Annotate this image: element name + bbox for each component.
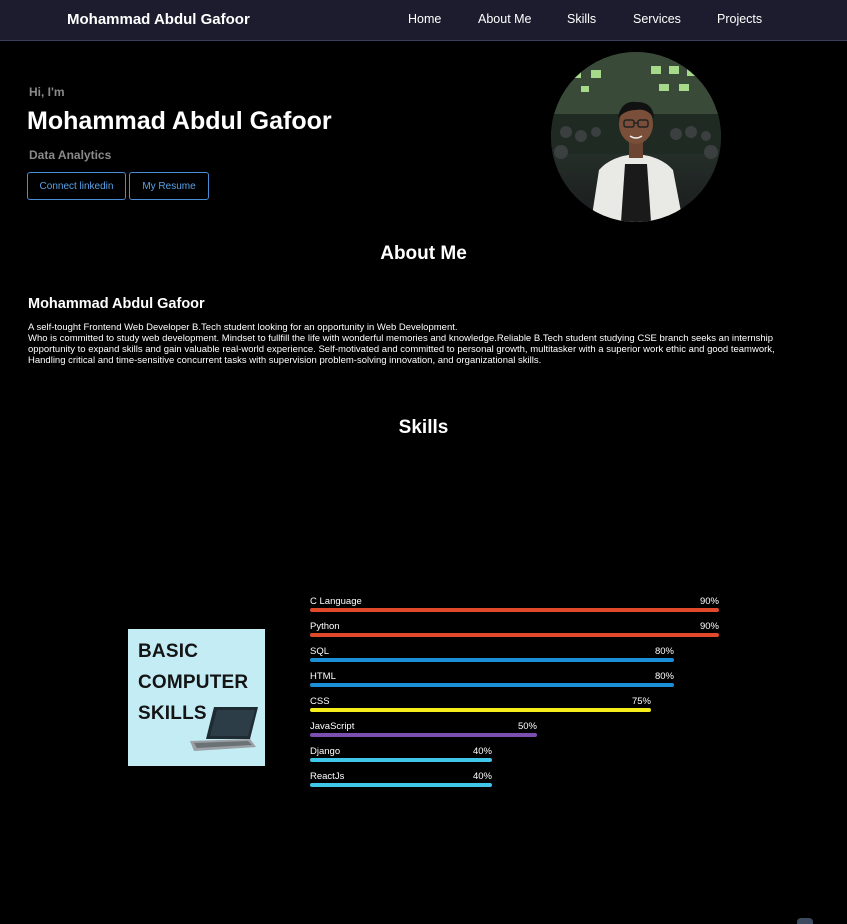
skill-image-line-1: BASIC [138,641,199,662]
skill-bar [310,608,719,612]
nav-link-projects[interactable]: Projects [717,12,762,26]
skill-percent: 40% [472,746,492,757]
skills-section-title: Skills [398,417,449,438]
about-section-title: About Me [380,243,467,264]
skill-row-reactjs: ReactJs 40% [310,771,492,791]
scroll-to-top-button[interactable] [797,918,813,924]
nav-link-about[interactable]: About Me [478,12,532,26]
skill-bar [310,783,492,787]
about-description: A self-tought Frontend Web Developer B.T… [28,322,803,366]
skill-row-sql: SQL 80% [310,646,674,666]
my-resume-button[interactable]: My Resume [129,172,209,200]
nav-link-home[interactable]: Home [408,12,441,26]
connect-linkedin-button[interactable]: Connect linkedin [27,172,126,200]
skill-percent: 90% [699,621,719,632]
skill-name: JavaScript [310,721,355,732]
skill-percent: 90% [699,596,719,607]
skill-name: HTML [310,671,336,682]
skill-bar [310,733,537,737]
skill-bar [310,758,492,762]
skill-name: CSS [310,696,330,707]
skill-name: C Language [310,596,362,607]
laptop-icon [190,707,258,751]
skill-name: ReactJs [310,771,345,782]
skill-percent: 80% [654,671,674,682]
skill-name: Python [310,621,340,632]
hero-role: Data Analytics [29,148,112,162]
skill-bar [310,658,674,662]
skill-row-css: CSS 75% [310,696,651,716]
skill-bar [310,683,674,687]
skill-row-html: HTML 80% [310,671,674,691]
hero-greeting: Hi, I'm [29,85,65,99]
skill-row-django: Django 40% [310,746,492,766]
skill-percent: 40% [472,771,492,782]
skill-name: SQL [310,646,330,657]
skill-bar [310,633,719,637]
profile-photo [551,52,721,222]
skill-name: Django [310,746,341,757]
skill-row-python: Python 90% [310,621,719,641]
basic-computer-skills-image: BASIC COMPUTER SKILLS [128,629,265,766]
navbar: Mohammad Abdul Gafoor Home About Me Skil… [0,0,847,41]
nav-links: Home About Me Skills Services Projects [0,12,847,32]
about-line-1: A self-tought Frontend Web Developer B.T… [28,322,458,333]
skill-row-c-language: C Language 90% [310,596,719,616]
skill-row-javascript: JavaScript 50% [310,721,537,741]
hero-name: Mohammad Abdul Gafoor [27,107,332,135]
nav-link-skills[interactable]: Skills [567,12,596,26]
skill-bar [310,708,651,712]
skill-percent: 75% [631,696,651,707]
skill-image-line-2: COMPUTER [138,672,249,693]
nav-link-services[interactable]: Services [633,12,681,26]
skill-percent: 80% [654,646,674,657]
about-name: Mohammad Abdul Gafoor [28,296,205,312]
about-line-2: Who is committed to study web developmen… [28,333,775,366]
skill-percent: 50% [517,721,537,732]
